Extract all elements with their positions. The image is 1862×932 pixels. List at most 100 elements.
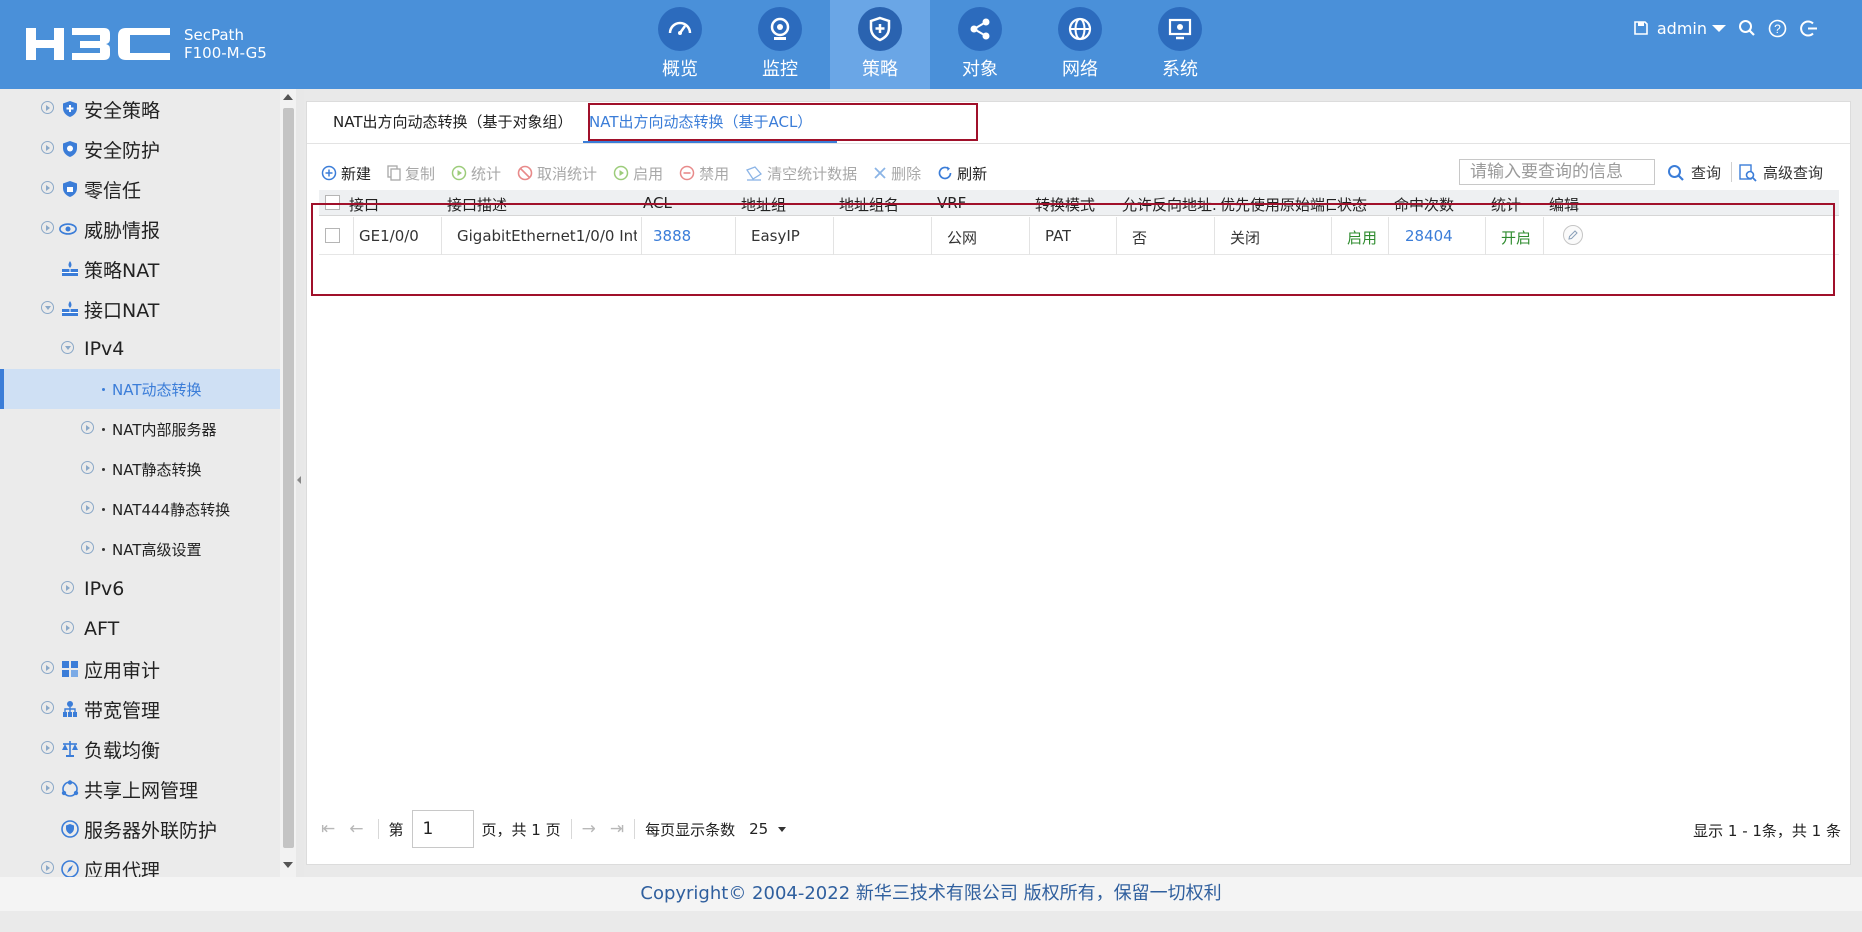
next-page-icon[interactable]: →: [582, 819, 596, 839]
sidebar-item-interface-nat[interactable]: 接口NAT: [0, 289, 280, 329]
page-prefix: 第: [388, 820, 404, 839]
search-input[interactable]: 请输入要查询的信息: [1459, 159, 1655, 185]
save-icon[interactable]: [1633, 20, 1649, 36]
per-page-select[interactable]: 25: [749, 820, 787, 838]
page-suffix: 页，共 1 页: [481, 820, 561, 839]
delete-button[interactable]: 删除: [873, 163, 921, 184]
sidebar-item-policy-nat[interactable]: 策略NAT: [0, 249, 280, 289]
new-button[interactable]: 新建: [321, 163, 371, 184]
first-page-icon[interactable]: ⇤: [321, 819, 335, 839]
camera-icon: [758, 7, 802, 51]
nav-system[interactable]: 系统: [1130, 0, 1230, 89]
page-number-input[interactable]: 1: [411, 810, 474, 848]
tab-divider: [307, 143, 1850, 144]
collapse-arrow-icon[interactable]: [297, 476, 301, 484]
search-button[interactable]: 查询: [1667, 162, 1721, 183]
refresh-button[interactable]: 刷新: [937, 163, 987, 184]
sidebar-item-security-protection[interactable]: 安全防护: [0, 129, 280, 169]
sidebar-scroll-thumb[interactable]: [283, 108, 294, 848]
sidebar-item-bandwidth[interactable]: 带宽管理: [0, 689, 280, 729]
sidebar-item-nat-dynamic[interactable]: NAT动态转换: [0, 369, 280, 409]
new-label: 新建: [341, 164, 372, 183]
nav-overview[interactable]: 概览: [630, 0, 730, 89]
last-page-icon[interactable]: ⇥: [610, 819, 624, 839]
sidebar-item-label: 安全防护: [84, 139, 161, 162]
sidebar-item-aft[interactable]: AFT: [0, 609, 280, 649]
shield-icon: [858, 7, 902, 51]
sidebar-item-label: NAT动态转换: [112, 380, 202, 399]
sidebar-item-app-audit[interactable]: 应用审计: [0, 649, 280, 689]
shield-lock-icon: [63, 181, 77, 197]
nav-monitor[interactable]: 监控: [730, 0, 830, 89]
scroll-up-icon[interactable]: [283, 94, 293, 100]
clear-stats-label: 清空统计数据: [767, 164, 858, 183]
sidebar-item-nat-static[interactable]: NAT静态转换: [0, 449, 280, 489]
sidebar-item-label: 零信任: [84, 179, 142, 202]
divider: [634, 819, 636, 839]
sidebar-item-label: IPv6: [84, 578, 125, 600]
sidebar-item-load-balance[interactable]: 负载均衡: [0, 729, 280, 769]
expand-icon: [81, 541, 94, 554]
highlight-box: [588, 103, 978, 141]
clear-stats-button[interactable]: 清空统计数据: [745, 163, 857, 184]
sidebar-item-label: 负载均衡: [84, 739, 161, 762]
sidebar-item-app-proxy[interactable]: 应用代理: [0, 849, 280, 877]
cancel-stats-button[interactable]: 取消统计: [517, 163, 597, 184]
sidebar-item-security-policy[interactable]: 安全策略: [0, 89, 280, 129]
user-menu[interactable]: admin: [1657, 19, 1726, 38]
sidebar-item-zero-trust[interactable]: 零信任: [0, 169, 280, 209]
sidebar-item-label: NAT444静态转换: [112, 500, 231, 519]
firewall-icon: [62, 261, 78, 276]
expand-icon: [41, 661, 54, 674]
collapse-icon: [41, 301, 54, 314]
sidebar-item-label: AFT: [84, 618, 120, 640]
sidebar-item-label: NAT内部服务器: [112, 420, 217, 439]
sidebar-item-nat-advanced[interactable]: NAT高级设置: [0, 529, 280, 569]
username: admin: [1656, 18, 1707, 38]
nav-label: 系统: [1162, 59, 1198, 80]
highlight-box: [311, 203, 1835, 296]
advanced-search-label: 高级查询: [1763, 164, 1824, 182]
sidebar-item-ipv4[interactable]: IPv4: [0, 329, 280, 369]
nav-label: 策略: [862, 59, 898, 80]
nav-policy[interactable]: 策略: [830, 0, 930, 89]
sidebar-item-threat-intel[interactable]: 威胁情报: [0, 209, 280, 249]
sidebar-item-label: 共享上网管理: [84, 779, 199, 802]
stats-label: 统计: [471, 164, 502, 183]
expand-icon: [41, 701, 54, 714]
enable-button[interactable]: 启用: [613, 163, 663, 184]
minus-circle-icon: [679, 165, 695, 181]
sidebar-item-server-outbound[interactable]: 服务器外联防护: [0, 809, 280, 849]
stats-button[interactable]: 统计: [451, 163, 501, 184]
copy-label: 复制: [405, 164, 436, 183]
sidebar-item-nat444-static[interactable]: NAT444静态转换: [0, 489, 280, 529]
expand-icon: [41, 141, 54, 154]
logout-icon[interactable]: [1799, 19, 1818, 38]
advanced-search-button[interactable]: 高级查询: [1739, 162, 1823, 183]
sidebar-item-nat-internal-server[interactable]: NAT内部服务器: [0, 409, 280, 449]
search-icon[interactable]: [1738, 19, 1756, 37]
compass-icon: [61, 860, 79, 877]
scroll-down-icon[interactable]: [283, 862, 293, 868]
sidebar-item-label: IPv4: [84, 338, 125, 360]
eraser-icon: [746, 166, 763, 181]
delete-label: 删除: [891, 164, 922, 183]
svg-text:?: ?: [1774, 22, 1781, 36]
chevron-down-icon: [778, 826, 787, 832]
bullet: [102, 548, 105, 551]
bottom-strip: [0, 911, 1862, 932]
copy-button[interactable]: 复制: [387, 163, 435, 184]
disable-button[interactable]: 禁用: [679, 163, 729, 184]
tab-nat-object-group[interactable]: NAT出方向动态转换（基于对象组）: [333, 102, 572, 142]
nav-objects[interactable]: 对象: [930, 0, 1030, 89]
per-page-value: 25: [749, 820, 769, 838]
help-icon[interactable]: ?: [1768, 19, 1787, 38]
prev-page-icon[interactable]: ←: [349, 819, 363, 839]
nav-network[interactable]: 网络: [1030, 0, 1130, 89]
enable-label: 启用: [633, 164, 664, 183]
sidebar-item-ipv6[interactable]: IPv6: [0, 569, 280, 609]
search-icon: [1668, 164, 1684, 181]
h3c-logo: [26, 24, 170, 64]
sidebar-item-shared-access[interactable]: 共享上网管理: [0, 769, 280, 809]
header-tools: admin ?: [1621, 16, 1818, 40]
